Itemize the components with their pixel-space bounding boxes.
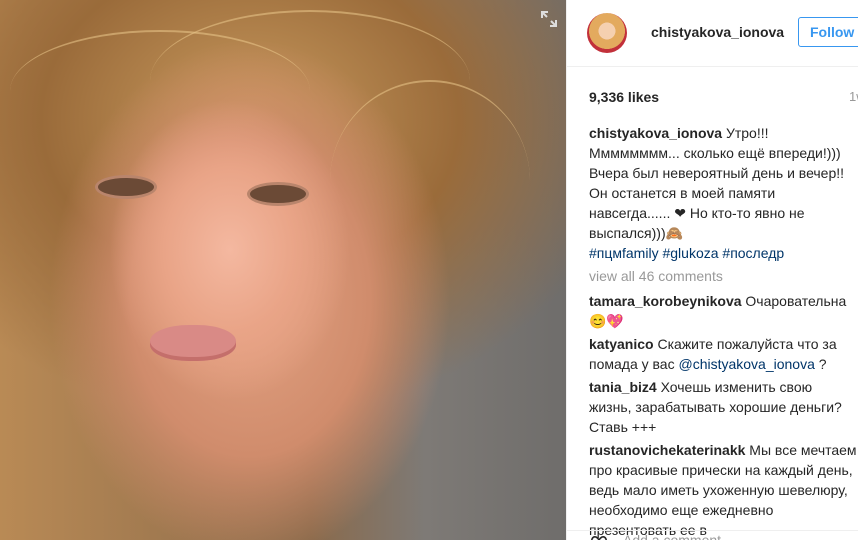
photo-detail xyxy=(330,80,530,282)
expand-icon[interactable] xyxy=(538,8,560,30)
post-photo[interactable] xyxy=(0,0,566,540)
header-username[interactable]: chistyakova_ionova xyxy=(651,24,784,40)
comment-item: tamara_korobeynikova Очаровательна 😊💖 xyxy=(589,291,857,331)
comment-text-end: ? xyxy=(814,356,827,372)
avatar[interactable] xyxy=(587,13,627,53)
post-panel: chistyakova_ionova Follow 9,336 likes 1w… xyxy=(567,0,858,540)
comment-item: rustanovichekaterinakk Мы все мечтаем пр… xyxy=(589,440,857,540)
caption-text: Утро!!! Мммммммм... сколько ещё впереди!… xyxy=(589,125,845,241)
hashtag[interactable]: #glukoza xyxy=(662,245,718,261)
comment-username[interactable]: rustanovichekaterinakk xyxy=(589,442,745,458)
photo-detail xyxy=(150,325,236,361)
post-header: chistyakova_ionova Follow xyxy=(567,0,858,67)
comment-username[interactable]: tamara_korobeynikova xyxy=(589,293,742,309)
caption-username[interactable]: chistyakova_ionova xyxy=(589,125,722,141)
follow-button[interactable]: Follow xyxy=(798,17,858,47)
comment-item: tania_biz4 Хочешь изменить свою жизнь, з… xyxy=(589,377,857,437)
actions-divider xyxy=(567,530,858,531)
comment-username[interactable]: katyanico xyxy=(589,336,654,352)
view-all-comments-link[interactable]: view all 46 comments xyxy=(589,266,857,286)
comment-username[interactable]: tania_biz4 xyxy=(589,379,657,395)
photo-detail xyxy=(98,178,154,196)
caption: chistyakova_ionova Утро!!! Мммммммм... с… xyxy=(589,123,857,263)
comment-mention[interactable]: @chistyakova_ionova xyxy=(678,356,814,372)
hashtag[interactable]: #пцмfamily xyxy=(589,245,659,261)
heart-icon[interactable] xyxy=(589,533,609,540)
add-comment-input[interactable]: Add a comment… xyxy=(623,532,735,540)
comment-item: katyanico Скажите пожалуйста что за пома… xyxy=(589,334,857,374)
comment-list: chistyakova_ionova Утро!!! Мммммммм... с… xyxy=(589,123,857,540)
likes-count[interactable]: 9,336 likes xyxy=(589,89,659,105)
photo-detail xyxy=(250,185,306,203)
hashtag[interactable]: #последр xyxy=(722,245,784,261)
post-time[interactable]: 1w xyxy=(849,89,858,104)
